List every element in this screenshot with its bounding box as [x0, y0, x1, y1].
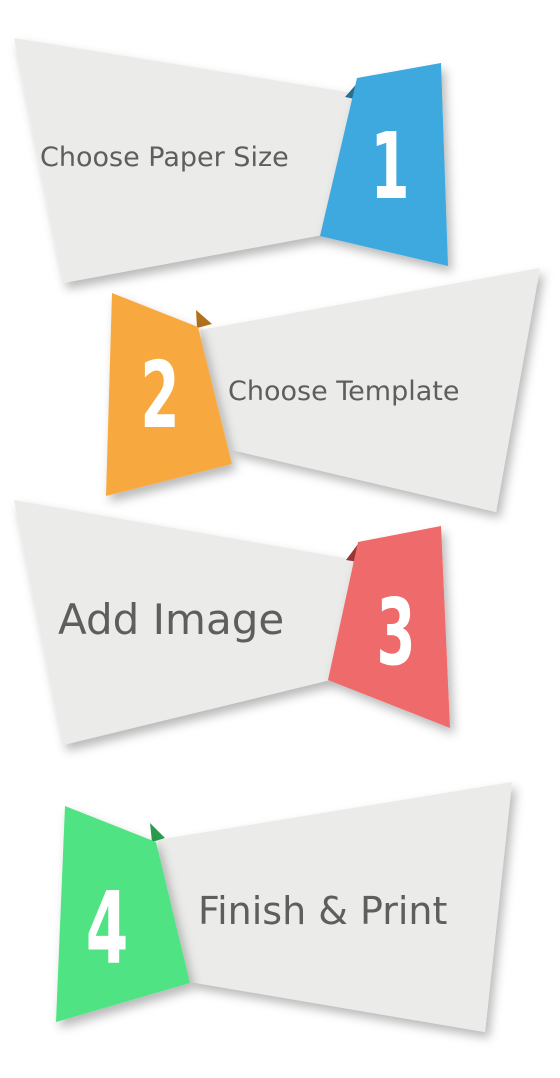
step-3: Add Image 3	[14, 500, 450, 745]
step-2-fold	[196, 310, 212, 328]
step-4-label: Finish & Print	[198, 889, 447, 933]
step-3-label: Add Image	[58, 595, 284, 644]
step-2-label: Choose Template	[228, 376, 459, 407]
step-2: Choose Template 2	[106, 268, 540, 512]
step-1: Choose Paper Size 1	[14, 38, 448, 283]
step-1-label: Choose Paper Size	[40, 142, 289, 173]
step-1-number: 1	[370, 113, 409, 221]
step-4: Finish & Print 4	[56, 782, 512, 1032]
steps-infographic: Choose Paper Size 1 Choose Template 2 Ad…	[14, 38, 540, 1032]
step-2-number: 2	[140, 342, 179, 450]
step-4-number: 4	[86, 872, 129, 988]
step-3-number: 3	[376, 579, 415, 687]
